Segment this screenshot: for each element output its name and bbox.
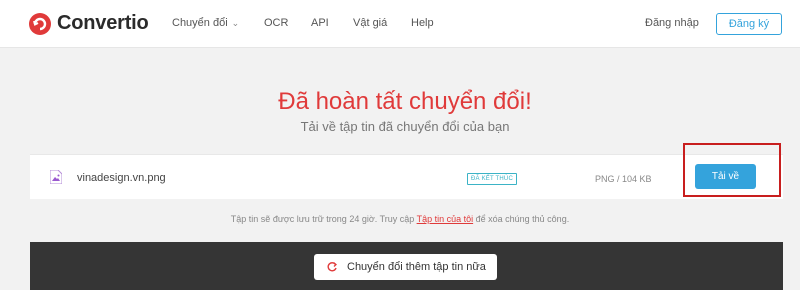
storage-note-text-before: Tập tin sẽ được lưu trữ trong 24 giờ. Tr…: [230, 214, 417, 224]
chevron-down-icon: ⌄: [231, 18, 240, 28]
page-title: Đã hoàn tất chuyển đổi!: [278, 88, 532, 115]
refresh-icon: [327, 261, 337, 272]
login-link[interactable]: Đăng nhập: [645, 17, 699, 29]
storage-note-text-after: để xóa chúng thủ công.: [473, 214, 570, 224]
image-file-icon: [49, 169, 63, 185]
my-files-link[interactable]: Tập tin của tôi: [417, 214, 474, 224]
file-format-size: PNG / 104 KB: [595, 174, 652, 184]
nav-item-convert[interactable]: Chuyển đổi ⌄: [172, 17, 239, 29]
nav-item-pricing[interactable]: Vật giá: [353, 17, 387, 29]
status-badge: ĐÃ KẾT THÚC: [467, 173, 517, 185]
brand-name: Convertio: [57, 12, 149, 34]
convert-more-label: Chuyển đổi thêm tập tin nữa: [347, 261, 486, 273]
download-button[interactable]: Tải về: [695, 164, 756, 189]
convertio-logo-icon: [29, 12, 51, 35]
storage-note: Tập tin sẽ được lưu trữ trong 24 giờ. Tr…: [0, 214, 800, 224]
nav-item-help[interactable]: Help: [411, 17, 434, 29]
logo[interactable]: Convertio: [29, 12, 149, 35]
top-navbar: Convertio Chuyển đổi ⌄ OCR API Vật giá He…: [0, 0, 800, 48]
nav-item-ocr[interactable]: OCR: [264, 17, 288, 29]
nav-item-convert-label: Chuyển đổi: [172, 17, 228, 29]
page-subtitle: Tải về tập tin đã chuyển đổi của bạn: [300, 119, 510, 134]
file-name: vinadesign.vn.png: [77, 172, 166, 184]
file-row: vinadesign.vn.png ĐÃ KẾT THÚC PNG / 104 …: [30, 154, 783, 199]
nav-item-api[interactable]: API: [311, 17, 329, 29]
signup-button[interactable]: Đăng ký: [716, 13, 782, 35]
convert-more-button[interactable]: Chuyển đổi thêm tập tin nữa: [314, 254, 497, 280]
